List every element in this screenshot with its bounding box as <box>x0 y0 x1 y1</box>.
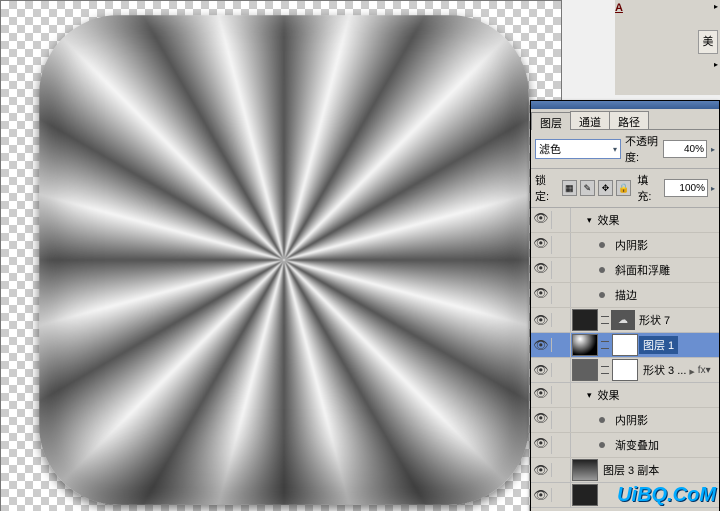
fx-stroke[interactable]: 👁 描边 <box>531 283 719 308</box>
fx-label: 内阴影 <box>611 237 648 253</box>
layer-name[interactable]: 图层 1 <box>639 336 678 354</box>
visibility-toggle[interactable]: 👁 <box>531 313 552 327</box>
tab-layers[interactable]: 图层 <box>531 112 571 130</box>
twist-down-icon[interactable]: ▾ <box>585 215 594 226</box>
chevron-down-icon: ▾ <box>613 145 617 154</box>
layer-thumb[interactable] <box>572 484 598 506</box>
layer-thumb[interactable] <box>572 359 598 381</box>
layers-panel: 图层 通道 路径 滤色 ▾ 不透明度: ▸ 锁定: ▦ ✎ ✥ 🔒 填充: ▸ <box>530 100 720 511</box>
visibility-toggle[interactable]: 👁 <box>531 463 552 477</box>
tab-channels[interactable]: 通道 <box>570 111 610 129</box>
fill-input[interactable] <box>664 179 708 197</box>
lock-fill-row: 锁定: ▦ ✎ ✥ 🔒 填充: ▸ <box>531 169 719 208</box>
layer-thumb[interactable] <box>572 334 598 356</box>
fx-badge-icon[interactable]: fx▾ <box>698 365 711 376</box>
tool-button[interactable]: 美 <box>698 30 718 54</box>
char-label: A <box>615 2 623 14</box>
toolbar-fragment: A 美 ▸ ▸ <box>615 0 720 95</box>
opacity-input[interactable] <box>663 140 707 158</box>
layer-mask-thumb[interactable] <box>612 334 638 356</box>
fx-label: 内阴影 <box>611 412 648 428</box>
visibility-toggle[interactable]: 👁 <box>531 211 552 229</box>
lock-all-icon[interactable]: 🔒 <box>616 180 631 196</box>
opacity-label: 不透明度: <box>625 133 659 165</box>
fx-inner-shadow-2[interactable]: 👁 内阴影 <box>531 408 719 433</box>
layer-1-selected[interactable]: 👁 图层 1 <box>531 333 719 358</box>
canvas-area[interactable] <box>0 0 562 511</box>
fx-group-effects[interactable]: 👁 ▾ 效果 <box>531 208 719 233</box>
layer-name[interactable]: 形状 3 ... <box>639 362 695 378</box>
layer-shape-7[interactable]: 👁 ☁ 形状 7 <box>531 308 719 333</box>
vector-mask-thumb[interactable] <box>612 359 638 381</box>
rounded-icon-artwork <box>39 15 529 505</box>
layer-shape-3[interactable]: 👁 形状 3 ... fx▾ <box>531 358 719 383</box>
fill-flyout-icon[interactable]: ▸ <box>711 184 715 193</box>
visibility-toggle[interactable]: 👁 <box>531 338 552 352</box>
panel-tabs: 图层 通道 路径 <box>531 109 719 130</box>
visibility-toggle[interactable]: 👁 <box>531 436 552 454</box>
visibility-toggle[interactable]: 👁 <box>531 411 552 429</box>
fill-label: 填充: <box>637 172 661 204</box>
opacity-flyout-icon[interactable]: ▸ <box>711 145 715 154</box>
layer-name[interactable]: 形状 7 <box>635 312 670 328</box>
visibility-toggle[interactable]: 👁 <box>531 386 552 404</box>
tab-paths[interactable]: 路径 <box>609 111 649 129</box>
visibility-toggle[interactable]: 👁 <box>531 488 552 502</box>
blend-opacity-row: 滤色 ▾ 不透明度: ▸ <box>531 130 719 169</box>
fx-gradient-overlay[interactable]: 👁 渐变叠加 <box>531 433 719 458</box>
layer-name[interactable]: 图层 3 副本 <box>599 462 659 478</box>
lock-label: 锁定: <box>535 172 559 204</box>
vector-mask-thumb[interactable]: ☁ <box>611 310 635 330</box>
fx-label: 效果 <box>594 212 620 228</box>
menu-arrow-icon[interactable]: ▸ <box>714 2 718 11</box>
visibility-toggle[interactable]: 👁 <box>531 286 552 304</box>
fx-bullet-icon <box>599 267 605 273</box>
lock-transparency-icon[interactable]: ▦ <box>562 180 577 196</box>
layer-3-copy[interactable]: 👁 图层 3 副本 <box>531 458 719 483</box>
fx-bullet-icon <box>599 417 605 423</box>
layer-thumb[interactable] <box>572 459 598 481</box>
fx-bullet-icon <box>599 242 605 248</box>
fx-label: 渐变叠加 <box>611 437 659 453</box>
fx-group-effects-2[interactable]: 👁 ▾ 效果 <box>531 383 719 408</box>
visibility-toggle[interactable]: 👁 <box>531 236 552 254</box>
layer-thumb[interactable] <box>572 309 598 331</box>
blend-mode-select[interactable]: 滤色 ▾ <box>535 139 621 159</box>
mask-link-icon[interactable] <box>599 336 611 354</box>
fx-bullet-icon <box>599 442 605 448</box>
lock-pixel-icon[interactable]: ✎ <box>580 180 595 196</box>
fx-bevel[interactable]: 👁 斜面和浮雕 <box>531 258 719 283</box>
visibility-toggle[interactable]: 👁 <box>531 261 552 279</box>
panel-titlebar[interactable] <box>531 101 719 109</box>
fx-bullet-icon <box>599 292 605 298</box>
fx-label: 斜面和浮雕 <box>611 262 670 278</box>
blend-mode-value: 滤色 <box>539 141 561 157</box>
mask-link-icon[interactable] <box>599 311 611 329</box>
twist-down-icon[interactable]: ▾ <box>585 390 594 401</box>
fx-inner-shadow[interactable]: 👁 内阴影 <box>531 233 719 258</box>
fx-label: 描边 <box>611 287 637 303</box>
layers-tree[interactable]: 👁 ▾ 效果 👁 内阴影 👁 斜面和浮雕 👁 描边 👁 <box>531 208 719 511</box>
watermark-text: UiBQ.CoM <box>617 484 716 507</box>
link-arrow-icon[interactable]: ▸ <box>714 60 718 69</box>
fx-label: 效果 <box>594 387 620 403</box>
visibility-toggle[interactable]: 👁 <box>531 363 552 377</box>
lock-position-icon[interactable]: ✥ <box>598 180 613 196</box>
mask-link-icon[interactable] <box>599 361 611 379</box>
